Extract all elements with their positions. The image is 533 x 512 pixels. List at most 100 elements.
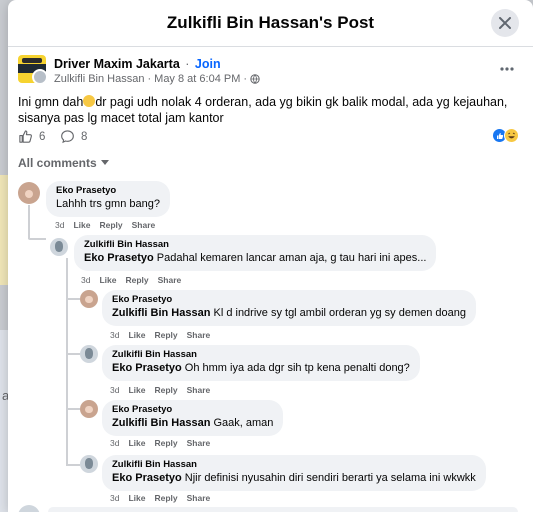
close-button[interactable] <box>491 9 519 37</box>
comment-actions: 3d Like Reply Share <box>110 330 210 340</box>
commenter-name[interactable]: Zulkifli Bin Hassan <box>84 239 426 251</box>
comment-filter-label: All comments <box>18 156 97 170</box>
reply-button[interactable]: Reply <box>125 275 148 285</box>
comment-bubble: Zulkifli Bin Hassan Eko Prasetyo Oh hmm … <box>102 345 420 381</box>
author-name-link[interactable]: Zulkifli Bin Hassan <box>54 73 144 85</box>
commenter-avatar[interactable] <box>80 290 98 308</box>
comment-time[interactable]: 3d <box>110 385 119 395</box>
thread-line <box>66 408 80 410</box>
share-button[interactable]: Share <box>187 438 211 448</box>
comment-bubble: Eko Prasetyo Zulkifli Bin Hassan Gaak, a… <box>102 400 284 436</box>
post-body: Ini gmn dah dr pagi udh nolak 4 orderan, … <box>18 94 518 126</box>
commenter-avatar[interactable] <box>80 455 98 473</box>
post-header: Driver Maxim Jakarta · Join Zulkifli Bin… <box>18 55 523 87</box>
reaction-bar: 6 8 <box>18 128 523 146</box>
commenter-name[interactable]: Eko Prasetyo <box>112 404 273 416</box>
comment-button[interactable]: 8 <box>60 129 87 144</box>
comment-actions: 3d Like Reply Share <box>110 385 210 395</box>
comment-bubble: Zulkifli Bin Hassan Eko Prasetyo Njir de… <box>102 455 486 491</box>
thread-line <box>66 258 68 466</box>
thumbs-up-icon <box>19 130 32 143</box>
comment-text: Eko Prasetyo Padahal kemaren lancar aman… <box>84 252 427 264</box>
comment-text: Lahhh trs gmn bang? <box>56 198 160 210</box>
comment-text: Zulkifli Bin Hassan Gaak, aman <box>112 417 274 429</box>
commenter-avatar[interactable] <box>18 182 40 204</box>
commenter-name[interactable]: Eko Prasetyo <box>112 294 466 306</box>
comment-time[interactable]: 3d <box>110 438 119 448</box>
thread-line <box>66 298 80 300</box>
commenter-name[interactable]: Eko Prasetyo <box>56 185 160 197</box>
comment-filter-dropdown[interactable]: All comments <box>18 156 109 170</box>
join-link[interactable]: Join <box>195 57 221 71</box>
more-options-button[interactable] <box>497 59 517 79</box>
globe-icon <box>250 74 260 84</box>
like-button[interactable]: Like <box>128 438 145 448</box>
reply-button[interactable]: Reply <box>154 493 177 503</box>
comment-bubble: Eko Prasetyo Lahhh trs gmn bang? <box>46 181 170 217</box>
like-button[interactable]: Like <box>128 330 145 340</box>
mention-link[interactable]: Zulkifli Bin Hassan <box>112 307 210 319</box>
group-name-link[interactable]: Driver Maxim Jakarta <box>54 57 180 71</box>
modal-header: Zulkifli Bin Hassan's Post <box>8 0 533 47</box>
share-button[interactable]: Share <box>187 493 211 503</box>
reaction-summary[interactable] <box>492 128 519 143</box>
share-button[interactable]: Share <box>187 330 211 340</box>
thread-line <box>66 353 80 355</box>
post-modal: Zulkifli Bin Hassan's Post Driver Maxim … <box>8 0 533 512</box>
thread-line <box>66 464 80 466</box>
comment-actions: 3d Like Reply Share <box>110 493 210 503</box>
comment-bubble: Zulkifli Bin Hassan Eko Prasetyo Padahal… <box>74 235 437 271</box>
share-button[interactable]: Share <box>187 385 211 395</box>
comment-count: 8 <box>81 130 88 143</box>
reply-button[interactable]: Reply <box>154 438 177 448</box>
modal-title: Zulkifli Bin Hassan's Post <box>166 13 375 32</box>
like-button[interactable]: Like <box>73 220 90 230</box>
post-date-link[interactable]: May 8 at 6:04 PM <box>154 73 240 85</box>
caret-down-icon <box>100 160 109 165</box>
thread-line <box>28 238 46 240</box>
thread-line <box>28 205 30 239</box>
author-avatar[interactable] <box>32 69 48 85</box>
separator-dot: · <box>185 57 190 71</box>
comment-time[interactable]: 3d <box>110 493 119 503</box>
separator-dot: · <box>243 73 248 85</box>
commenter-avatar[interactable] <box>50 238 68 256</box>
comment-time[interactable]: 3d <box>110 330 119 340</box>
comment-input[interactable] <box>48 507 518 512</box>
comment-actions: 3d Like Reply Share <box>110 438 210 448</box>
mention-link[interactable]: Zulkifli Bin Hassan <box>112 417 210 429</box>
commenter-name[interactable]: Zulkifli Bin Hassan <box>112 459 476 471</box>
mention-link[interactable]: Eko Prasetyo <box>84 252 154 264</box>
commenter-name[interactable]: Zulkifli Bin Hassan <box>112 349 410 361</box>
commenter-avatar[interactable] <box>80 400 98 418</box>
haha-reaction-icon <box>504 128 519 143</box>
comment-icon <box>61 130 74 144</box>
reaction-count: 6 <box>39 130 46 143</box>
grinning-sweat-emoji-icon <box>83 95 96 107</box>
commenter-avatar[interactable] <box>80 345 98 363</box>
comment-actions: 3d Like Reply Share <box>81 275 181 285</box>
mention-link[interactable]: Eko Prasetyo <box>112 472 182 484</box>
reply-button[interactable]: Reply <box>154 385 177 395</box>
separator-dot: · <box>147 73 152 85</box>
comment-text: Eko Prasetyo Oh hmm iya ada dgr sih tp k… <box>112 362 410 374</box>
like-button[interactable]: Like <box>128 493 145 503</box>
comment-bubble: Eko Prasetyo Zulkifli Bin Hassan Kl d in… <box>102 290 477 326</box>
like-button[interactable]: Like <box>128 385 145 395</box>
comment-time[interactable]: 3d <box>81 275 90 285</box>
comment-text: Eko Prasetyo Njir definisi nyusahin diri… <box>112 472 476 484</box>
reply-button[interactable]: Reply <box>154 330 177 340</box>
share-button[interactable]: Share <box>132 220 156 230</box>
comment-text: Zulkifli Bin Hassan Kl d indrive sy tgl … <box>112 307 467 319</box>
comment-actions: 3d Like Reply Share <box>55 220 155 230</box>
group-line: Driver Maxim Jakarta · Join <box>54 57 221 71</box>
current-user-avatar <box>18 505 40 512</box>
like-button[interactable]: Like <box>99 275 116 285</box>
close-icon <box>499 17 511 29</box>
like-reaction-button[interactable]: 6 <box>18 129 45 144</box>
mention-link[interactable]: Eko Prasetyo <box>112 362 182 374</box>
share-button[interactable]: Share <box>158 275 182 285</box>
comment-time[interactable]: 3d <box>55 220 64 230</box>
post-meta: Zulkifli Bin Hassan · May 8 at 6:04 PM · <box>54 73 260 85</box>
reply-button[interactable]: Reply <box>99 220 122 230</box>
